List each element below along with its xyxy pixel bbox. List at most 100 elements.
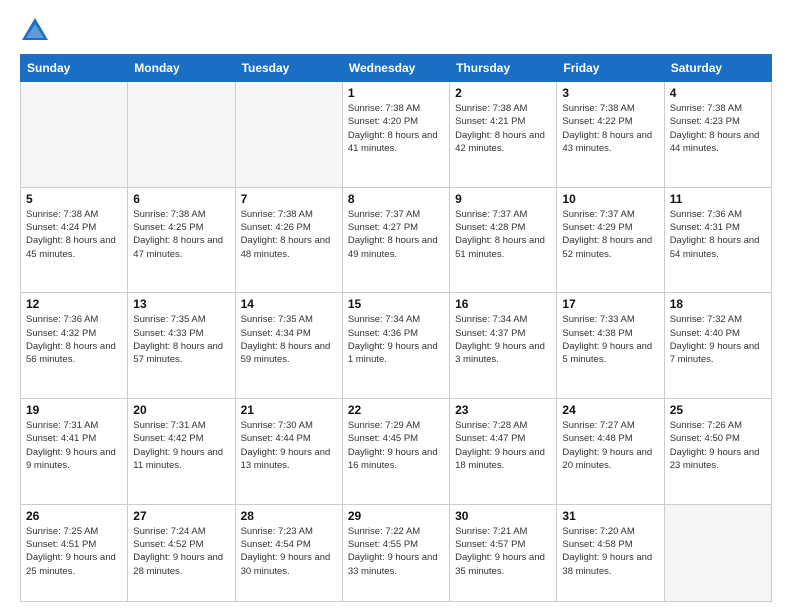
day-number: 27 [133,509,229,523]
day-detail: Sunrise: 7:22 AM Sunset: 4:55 PM Dayligh… [348,525,444,578]
day-number: 2 [455,86,551,100]
calendar-cell [21,82,128,188]
calendar-cell: 21 Sunrise: 7:30 AM Sunset: 4:44 PM Dayli… [235,399,342,505]
day-number: 18 [670,297,766,311]
day-detail: Sunrise: 7:31 AM Sunset: 4:41 PM Dayligh… [26,419,122,472]
day-detail: Sunrise: 7:24 AM Sunset: 4:52 PM Dayligh… [133,525,229,578]
calendar-cell: 12 Sunrise: 7:36 AM Sunset: 4:32 PM Dayli… [21,293,128,399]
calendar-cell: 9Sunrise: 7:37 AM Sunset: 4:28 PM Daylig… [450,187,557,293]
calendar-cell [128,82,235,188]
day-detail: Sunrise: 7:38 AM Sunset: 4:23 PM Dayligh… [670,102,766,155]
day-detail: Sunrise: 7:20 AM Sunset: 4:58 PM Dayligh… [562,525,658,578]
calendar-cell: 13 Sunrise: 7:35 AM Sunset: 4:33 PM Dayli… [128,293,235,399]
day-detail: Sunrise: 7:29 AM Sunset: 4:45 PM Dayligh… [348,419,444,472]
calendar-cell: 5 Sunrise: 7:38 AM Sunset: 4:24 PM Daylig… [21,187,128,293]
day-detail: Sunrise: 7:35 AM Sunset: 4:33 PM Dayligh… [133,313,229,366]
day-number: 4 [670,86,766,100]
day-number: 9 [455,192,551,206]
day-number: 19 [26,403,122,417]
day-detail: Sunrise: 7:30 AM Sunset: 4:44 PM Dayligh… [241,419,337,472]
calendar-cell [664,504,771,601]
day-number: 14 [241,297,337,311]
day-number: 12 [26,297,122,311]
day-detail: Sunrise: 7:38 AM Sunset: 4:20 PM Dayligh… [348,102,444,155]
day-number: 5 [26,192,122,206]
day-detail: Sunrise: 7:31 AM Sunset: 4:42 PM Dayligh… [133,419,229,472]
day-number: 31 [562,509,658,523]
calendar-cell: 18 Sunrise: 7:32 AM Sunset: 4:40 PM Dayli… [664,293,771,399]
day-number: 16 [455,297,551,311]
calendar-header-tuesday: Tuesday [235,55,342,82]
calendar-cell: 31 Sunrise: 7:20 AM Sunset: 4:58 PM Dayli… [557,504,664,601]
day-number: 29 [348,509,444,523]
calendar-header-row: SundayMondayTuesdayWednesdayThursdayFrid… [21,55,772,82]
calendar-cell: 6 Sunrise: 7:38 AM Sunset: 4:25 PM Daylig… [128,187,235,293]
calendar-cell: 11 Sunrise: 7:36 AM Sunset: 4:31 PM Dayli… [664,187,771,293]
calendar-cell: 15 Sunrise: 7:34 AM Sunset: 4:36 PM Dayli… [342,293,449,399]
calendar-header-sunday: Sunday [21,55,128,82]
day-detail: Sunrise: 7:38 AM Sunset: 4:25 PM Dayligh… [133,208,229,261]
day-detail: Sunrise: 7:28 AM Sunset: 4:47 PM Dayligh… [455,419,551,472]
day-number: 10 [562,192,658,206]
day-detail: Sunrise: 7:34 AM Sunset: 4:36 PM Dayligh… [348,313,444,366]
logo [20,16,54,44]
calendar-cell: 25 Sunrise: 7:26 AM Sunset: 4:50 PM Dayli… [664,399,771,505]
calendar-cell: 24Sunrise: 7:27 AM Sunset: 4:48 PM Dayli… [557,399,664,505]
calendar-header-friday: Friday [557,55,664,82]
day-detail: Sunrise: 7:38 AM Sunset: 4:24 PM Dayligh… [26,208,122,261]
day-number: 23 [455,403,551,417]
calendar-cell: 19 Sunrise: 7:31 AM Sunset: 4:41 PM Dayli… [21,399,128,505]
calendar-cell: 22 Sunrise: 7:29 AM Sunset: 4:45 PM Dayli… [342,399,449,505]
header [20,16,772,44]
day-number: 8 [348,192,444,206]
day-number: 13 [133,297,229,311]
day-detail: Sunrise: 7:38 AM Sunset: 4:21 PM Dayligh… [455,102,551,155]
calendar-cell: 23 Sunrise: 7:28 AM Sunset: 4:47 PM Dayli… [450,399,557,505]
calendar-cell: 2 Sunrise: 7:38 AM Sunset: 4:21 PM Daylig… [450,82,557,188]
calendar-week-row: 19 Sunrise: 7:31 AM Sunset: 4:41 PM Dayli… [21,399,772,505]
calendar-cell: 30 Sunrise: 7:21 AM Sunset: 4:57 PM Dayli… [450,504,557,601]
calendar-cell: 7Sunrise: 7:38 AM Sunset: 4:26 PM Daylig… [235,187,342,293]
calendar-cell: 1 Sunrise: 7:38 AM Sunset: 4:20 PM Daylig… [342,82,449,188]
calendar-cell: 28 Sunrise: 7:23 AM Sunset: 4:54 PM Dayli… [235,504,342,601]
calendar-week-row: 12 Sunrise: 7:36 AM Sunset: 4:32 PM Dayli… [21,293,772,399]
day-detail: Sunrise: 7:37 AM Sunset: 4:29 PM Dayligh… [562,208,658,261]
calendar-cell: 20 Sunrise: 7:31 AM Sunset: 4:42 PM Dayli… [128,399,235,505]
logo-icon [20,16,50,44]
day-detail: Sunrise: 7:34 AM Sunset: 4:37 PM Dayligh… [455,313,551,366]
day-detail: Sunrise: 7:35 AM Sunset: 4:34 PM Dayligh… [241,313,337,366]
calendar-header-monday: Monday [128,55,235,82]
day-detail: Sunrise: 7:25 AM Sunset: 4:51 PM Dayligh… [26,525,122,578]
day-number: 25 [670,403,766,417]
calendar-header-thursday: Thursday [450,55,557,82]
day-detail: Sunrise: 7:36 AM Sunset: 4:31 PM Dayligh… [670,208,766,261]
calendar-cell: 3Sunrise: 7:38 AM Sunset: 4:22 PM Daylig… [557,82,664,188]
day-number: 20 [133,403,229,417]
calendar-cell: 17Sunrise: 7:33 AM Sunset: 4:38 PM Dayli… [557,293,664,399]
calendar-table: SundayMondayTuesdayWednesdayThursdayFrid… [20,54,772,602]
day-number: 28 [241,509,337,523]
calendar-cell: 26 Sunrise: 7:25 AM Sunset: 4:51 PM Dayli… [21,504,128,601]
calendar-week-row: 5 Sunrise: 7:38 AM Sunset: 4:24 PM Daylig… [21,187,772,293]
day-detail: Sunrise: 7:23 AM Sunset: 4:54 PM Dayligh… [241,525,337,578]
day-detail: Sunrise: 7:26 AM Sunset: 4:50 PM Dayligh… [670,419,766,472]
day-number: 3 [562,86,658,100]
day-number: 26 [26,509,122,523]
calendar-cell: 16 Sunrise: 7:34 AM Sunset: 4:37 PM Dayli… [450,293,557,399]
calendar-cell: 8Sunrise: 7:37 AM Sunset: 4:27 PM Daylig… [342,187,449,293]
day-number: 21 [241,403,337,417]
calendar-cell: 4 Sunrise: 7:38 AM Sunset: 4:23 PM Daylig… [664,82,771,188]
day-detail: Sunrise: 7:33 AM Sunset: 4:38 PM Dayligh… [562,313,658,366]
calendar-cell: 14 Sunrise: 7:35 AM Sunset: 4:34 PM Dayli… [235,293,342,399]
day-number: 15 [348,297,444,311]
day-number: 1 [348,86,444,100]
day-detail: Sunrise: 7:36 AM Sunset: 4:32 PM Dayligh… [26,313,122,366]
day-number: 6 [133,192,229,206]
calendar-cell: 10 Sunrise: 7:37 AM Sunset: 4:29 PM Dayli… [557,187,664,293]
day-detail: Sunrise: 7:32 AM Sunset: 4:40 PM Dayligh… [670,313,766,366]
day-number: 22 [348,403,444,417]
day-number: 7 [241,192,337,206]
day-number: 30 [455,509,551,523]
day-number: 11 [670,192,766,206]
day-detail: Sunrise: 7:21 AM Sunset: 4:57 PM Dayligh… [455,525,551,578]
